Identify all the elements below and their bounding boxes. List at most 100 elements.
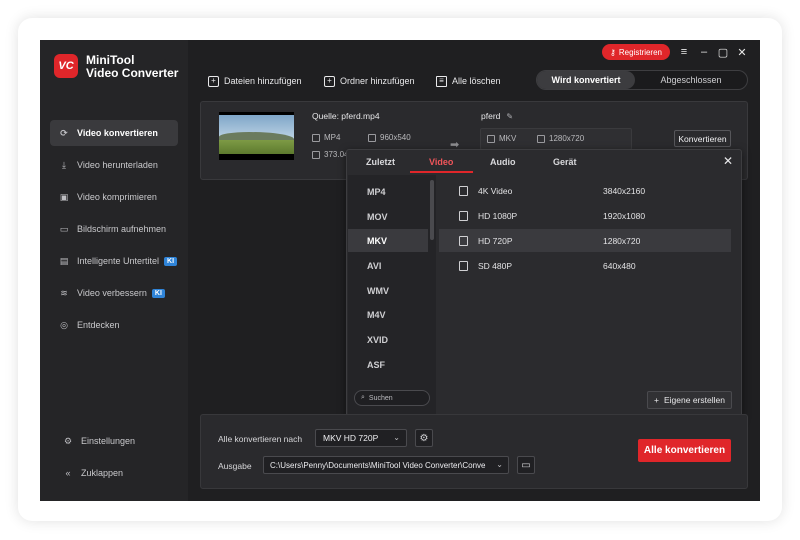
search-input[interactable]: ⌕ Suchen (354, 390, 430, 406)
maximize-icon[interactable]: ▢ (715, 44, 731, 60)
chevron-down-icon: ⌄ (493, 460, 503, 469)
app-brand: MiniTool Video Converter (86, 54, 178, 80)
delete-all-button[interactable]: ≡ Alle löschen (436, 74, 501, 88)
sidebar-item-video-convert[interactable]: ⟳ Video konvertieren (50, 120, 178, 146)
preset-name: SD 480P (478, 260, 513, 271)
sidebar-item-screen-record[interactable]: ▭ Bildschirm aufnehmen (50, 216, 178, 242)
source-resolution: 960x540 (368, 133, 411, 142)
format-settings-button[interactable]: ⚙ (415, 429, 433, 447)
add-folder-label: Ordner hinzufügen (340, 76, 415, 86)
format-item[interactable]: AVI (348, 254, 428, 277)
add-files-button[interactable]: + Dateien hinzufügen (208, 74, 302, 88)
ki-badge: KI (164, 256, 178, 266)
sidebar-item-video-compress[interactable]: ▣ Video komprimieren (50, 184, 178, 210)
format-popup: Zuletzt Video Audio Gerät ✕ MP4 MOV MKV … (346, 149, 742, 419)
app-window: VC MiniTool Video Converter ⟳ Video konv… (40, 40, 760, 501)
sidebar-item-label: Bildschirm aufnehmen (77, 224, 167, 234)
format-item[interactable]: WMV (348, 279, 428, 302)
folder-plus-icon: + (324, 75, 335, 87)
tab-device[interactable]: Gerät (553, 157, 577, 167)
sidebar-item-label: Video herunterladen (77, 160, 158, 170)
settings-button[interactable]: ⚙ Einstellungen (54, 428, 182, 454)
format-item[interactable]: XVID (348, 328, 428, 351)
source-size-label: 373.04 (324, 150, 349, 159)
active-tab-indicator (410, 171, 473, 173)
convert-all-to-label: Alle konvertieren nach (218, 434, 303, 444)
tab-completed[interactable]: Abgeschlossen (635, 71, 747, 89)
source-format-label: MP4 (324, 133, 341, 142)
preset-row[interactable]: HD 1080P 1920x1080 (439, 204, 731, 227)
register-button[interactable]: ⚷ Registrieren (602, 44, 670, 60)
selected-format: MKV HD 720P (323, 433, 379, 443)
convert-all-button[interactable]: Alle konvertieren (638, 439, 731, 462)
scrollbar[interactable] (430, 180, 434, 240)
edit-icon[interactable]: ✎ (506, 112, 513, 121)
format-item[interactable]: MOV (348, 205, 428, 228)
target-format-box[interactable]: MKV 1280x720 (480, 128, 632, 150)
video-file-icon (459, 210, 468, 221)
compass-icon: ◎ (60, 319, 68, 330)
waveform-icon: ≋ (60, 287, 68, 298)
close-icon[interactable]: ✕ (723, 154, 733, 168)
sidebar-item-discover[interactable]: ◎ Entdecken (50, 312, 178, 338)
preset-name: HD 720P (478, 235, 513, 246)
target-name: pferd ✎ (481, 111, 513, 121)
plus-icon: + (654, 395, 659, 405)
sidebar: VC MiniTool Video Converter ⟳ Video konv… (40, 40, 188, 501)
preset-name: 4K Video (478, 185, 513, 196)
format-item[interactable]: MKV (348, 229, 428, 252)
plus-icon: + (208, 75, 219, 87)
video-file-icon (459, 235, 468, 246)
preset-resolution: 640x480 (603, 260, 636, 271)
trash-icon: ≡ (436, 75, 447, 87)
close-icon[interactable]: ✕ (734, 44, 750, 60)
subtitle-icon: ▤ (59, 255, 69, 266)
format-item[interactable]: ASF (348, 353, 428, 376)
preset-name: HD 1080P (478, 210, 518, 221)
menu-icon[interactable]: ≡ (676, 44, 692, 60)
target-format-label: MKV (499, 134, 517, 143)
sidebar-item-label: Video komprimieren (77, 192, 157, 202)
compress-icon: ▣ (59, 191, 69, 202)
register-label: Registrieren (618, 47, 662, 57)
collapse-button[interactable]: « Zuklappen (54, 460, 182, 486)
preset-row[interactable]: 4K Video 3840x2160 (439, 179, 731, 202)
source-label: Quelle: pferd.mp4 (312, 111, 380, 121)
format-list: MP4 MOV MKV AVI WMV M4V XVID ASF ⌕ Suche… (348, 175, 436, 419)
folder-icon: ▭ (521, 459, 531, 471)
app-logo: VC (54, 54, 78, 78)
minimize-icon[interactable]: – (696, 44, 712, 60)
format-item[interactable]: MP4 (348, 180, 428, 203)
create-own-button[interactable]: + Eigene erstellen (647, 391, 732, 409)
source-format: MP4 (312, 133, 340, 142)
preset-row[interactable]: HD 720P 1280x720 (439, 229, 731, 252)
output-path: C:\Users\Penny\Documents\MiniTool Video … (270, 460, 486, 470)
convert-icon: ⟳ (60, 127, 68, 138)
tab-converting[interactable]: Wird konvertiert (537, 71, 635, 89)
status-tabs: Wird konvertiert Abgeschlossen (536, 70, 748, 90)
sidebar-item-label: Entdecken (77, 320, 120, 330)
convert-button[interactable]: Konvertieren (674, 130, 731, 147)
ki-badge: KI (151, 288, 165, 298)
format-item[interactable]: M4V (348, 303, 428, 326)
tab-audio[interactable]: Audio (490, 157, 516, 167)
video-thumbnail[interactable] (219, 112, 294, 160)
create-own-label: Eigene erstellen (664, 395, 725, 405)
open-folder-button[interactable]: ▭ (517, 456, 535, 474)
sidebar-item-subtitles[interactable]: ▤ Intelligente Untertitel KI (50, 248, 178, 274)
sidebar-item-video-download[interactable]: ⤓ Video herunterladen (50, 152, 178, 178)
add-folder-button[interactable]: + Ordner hinzufügen (324, 74, 415, 88)
sidebar-item-enhance[interactable]: ≋ Video verbessern KI (50, 280, 178, 306)
record-icon: ▭ (59, 223, 69, 234)
preset-resolution: 3840x2160 (603, 185, 646, 196)
output-format-select[interactable]: MKV HD 720P ⌄ (315, 429, 407, 447)
tab-recent[interactable]: Zuletzt (366, 157, 395, 167)
target-resolution: 1280x720 (537, 134, 584, 143)
output-path-select[interactable]: C:\Users\Penny\Documents\MiniTool Video … (263, 456, 509, 474)
preset-resolution: 1920x1080 (603, 210, 646, 221)
tab-video[interactable]: Video (429, 157, 453, 167)
resolution-icon (537, 134, 545, 143)
preset-row[interactable]: SD 480P 640x480 (439, 254, 731, 277)
target-name-label: pferd (481, 111, 501, 121)
bottom-bar: Alle konvertieren nach MKV HD 720P ⌄ ⚙ A… (200, 414, 748, 489)
